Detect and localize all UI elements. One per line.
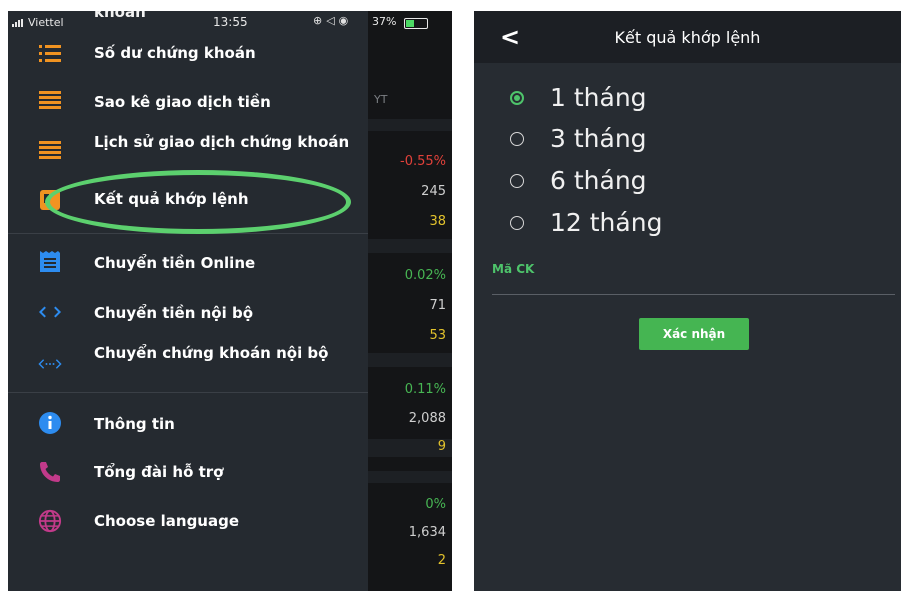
stock-code-input[interactable] xyxy=(492,294,895,295)
background-value: 245 xyxy=(421,184,446,199)
menu-item-internal-transfer[interactable]: Chuyển tiền nội bộ xyxy=(8,292,368,334)
radio-unselected-icon[interactable] xyxy=(510,132,524,146)
background-value: 53 xyxy=(429,328,446,343)
left-phone-screen: YT -0.55% 245 38 0.02% 71 53 0.11% 2,088… xyxy=(8,11,452,591)
period-option-label: 3 tháng xyxy=(550,124,647,153)
menu-item-label: Tổng đài hỗ trợ xyxy=(94,463,224,481)
signal-bars-icon xyxy=(12,19,26,27)
menu-item-internal-securities-transfer[interactable]: Chuyển chứng khoán nội bộ xyxy=(8,340,368,382)
battery-icon xyxy=(404,18,428,29)
lines-icon xyxy=(38,89,62,113)
dotted-arrows-icon xyxy=(38,352,62,376)
menu-item-cash-statement[interactable]: Sao kê giao dịch tiền xyxy=(8,81,368,123)
menu-item-label: Sao kê giao dịch tiền xyxy=(94,93,271,111)
background-column-header: YT xyxy=(374,93,388,106)
status-time: 13:55 xyxy=(213,15,248,29)
background-row-divider xyxy=(368,119,452,131)
screen-header: < Kết quả khớp lệnh xyxy=(474,11,901,63)
transfer-arrows-icon xyxy=(38,300,62,324)
background-value: 0.02% xyxy=(404,268,446,283)
background-value: 38 xyxy=(429,214,446,229)
confirm-button[interactable]: Xác nhận xyxy=(639,318,749,350)
background-value: 0.11% xyxy=(404,382,446,397)
background-row-divider xyxy=(368,471,452,483)
background-row-divider xyxy=(368,353,452,367)
list-bullet-icon xyxy=(38,41,62,65)
radio-unselected-icon[interactable] xyxy=(510,174,524,188)
clipped-heading: khoán xyxy=(94,11,146,21)
menu-item-securities-balance[interactable]: Số dư chứng khoán xyxy=(8,33,368,75)
background-value: 1,634 xyxy=(408,525,446,540)
background-row-divider xyxy=(368,239,452,253)
menu-divider xyxy=(8,392,368,393)
menu-item-label: Lịch sử giao dịch chứng khoán xyxy=(94,133,350,151)
menu-item-choose-language[interactable]: Choose language xyxy=(8,500,368,542)
menu-item-label: Chuyển tiền nội bộ xyxy=(94,304,253,322)
stock-code-label: Mã CK xyxy=(492,262,535,276)
menu-item-label: Thông tin xyxy=(94,415,175,433)
receipt-icon xyxy=(38,250,62,274)
status-icons: ⊕◁◉ xyxy=(313,14,353,27)
info-icon xyxy=(38,411,62,435)
battery-percent: 37% xyxy=(372,15,397,28)
menu-item-online-transfer[interactable]: Chuyển tiền Online xyxy=(8,244,368,286)
globe-icon xyxy=(38,509,62,533)
phone-icon xyxy=(38,460,62,484)
menu-item-support-hotline[interactable]: Tổng đài hỗ trợ xyxy=(8,451,368,493)
highlight-ellipse xyxy=(45,170,351,234)
period-option-label: 1 tháng xyxy=(550,83,647,112)
menu-item-information[interactable]: Thông tin xyxy=(8,403,368,445)
period-option-label: 6 tháng xyxy=(550,166,647,195)
right-phone-screen: < Kết quả khớp lệnh 1 tháng 3 tháng 6 th… xyxy=(474,11,901,591)
menu-item-label: Chuyển tiền Online xyxy=(94,254,256,272)
radio-selected-icon[interactable] xyxy=(510,91,524,105)
background-value: 2,088 xyxy=(408,411,446,426)
background-value: -0.55% xyxy=(400,154,446,169)
menu-item-label: Số dư chứng khoán xyxy=(94,44,256,62)
navigation-drawer: Số dư chứng khoán Sao kê giao dịch tiền … xyxy=(8,11,368,591)
menu-item-label: Chuyển chứng khoán nội bộ xyxy=(94,344,329,362)
radio-unselected-icon[interactable] xyxy=(510,216,524,230)
background-value: 9 xyxy=(437,439,446,454)
background-value: 0% xyxy=(425,497,446,512)
menu-item-securities-history[interactable]: Lịch sử giao dịch chứng khoán xyxy=(8,129,368,171)
carrier-name: Viettel xyxy=(28,16,64,29)
menu-item-label: Choose language xyxy=(94,512,240,530)
status-bar: Viettel khoán 13:55 ⊕◁◉ 37% xyxy=(8,11,452,33)
lines-icon xyxy=(38,139,62,163)
period-option-label: 12 tháng xyxy=(550,208,663,237)
screen-title: Kết quả khớp lệnh xyxy=(614,28,761,47)
background-value: 71 xyxy=(429,298,446,313)
background-value: 2 xyxy=(437,553,446,568)
